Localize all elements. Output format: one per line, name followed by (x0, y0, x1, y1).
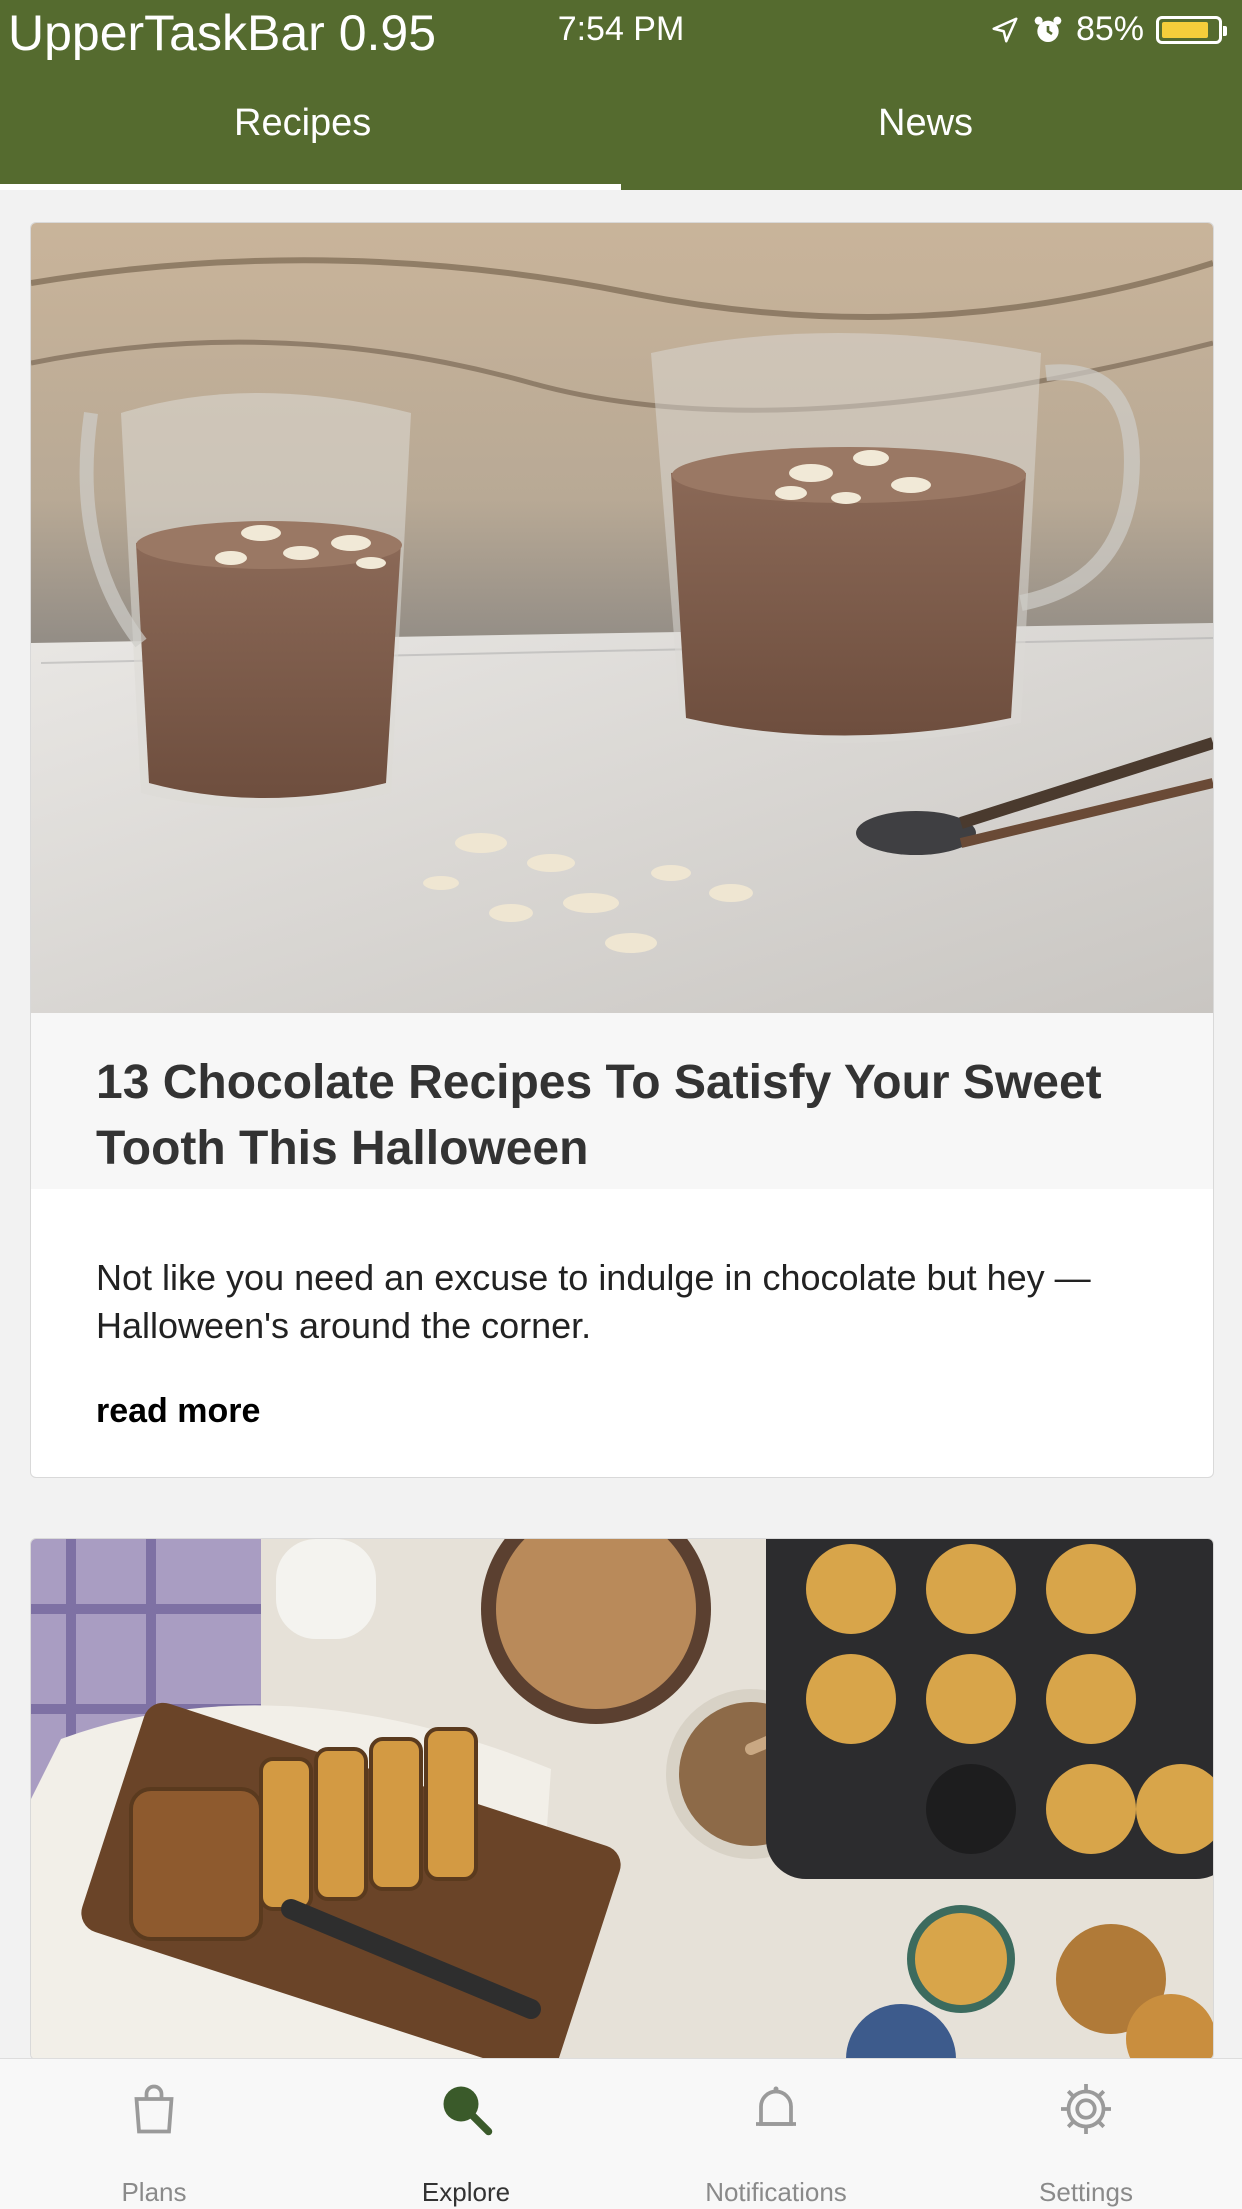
battery-icon (1156, 15, 1227, 44)
read-more-link[interactable]: read more (96, 1392, 260, 1431)
tab-plans-label: Plans (121, 2177, 187, 2207)
article-card[interactable] (30, 1538, 1214, 2060)
battery-level-fill (1162, 21, 1208, 38)
article-title[interactable]: 13 Chocolate Recipes To Satisfy Your Swe… (96, 1050, 1136, 1182)
active-tab-indicator (0, 184, 621, 190)
tab-news[interactable]: News (878, 102, 973, 145)
tab-explore[interactable]: Explore (366, 2059, 566, 2209)
tab-settings-label: Settings (1039, 2177, 1133, 2207)
gear-icon (1061, 2084, 1111, 2134)
alarm-clock-icon (1034, 16, 1062, 42)
search-icon (443, 2086, 493, 2136)
status-bar: UpperTaskBar 0.95 7:54 PM 85% (0, 0, 1242, 61)
location-arrow-icon (992, 17, 1018, 42)
bell-icon (756, 2086, 796, 2126)
article-excerpt: Not like you need an excuse to indulge i… (96, 1257, 1091, 1346)
tab-notifications-label: Notifications (705, 2177, 847, 2207)
chocolate-pudding-cups-photo[interactable] (31, 223, 1213, 1013)
bottom-tab-bar: Plans Explore Notifications Settings (0, 2058, 1242, 2209)
battery-percent: 85% (1075, 10, 1144, 48)
tab-settings[interactable]: Settings (986, 2059, 1186, 2209)
top-tab-bar: Recipes News (0, 60, 1242, 190)
tab-plans[interactable]: Plans (54, 2059, 254, 2209)
status-right-group: 85% (990, 10, 1227, 49)
tab-recipes[interactable]: Recipes (234, 102, 371, 145)
granola-loaf-and-muffins-photo[interactable] (31, 1539, 1213, 2059)
shopping-bag-icon (134, 2084, 174, 2134)
tab-notifications[interactable]: Notifications (676, 2059, 876, 2209)
tab-explore-label: Explore (421, 2177, 511, 2207)
